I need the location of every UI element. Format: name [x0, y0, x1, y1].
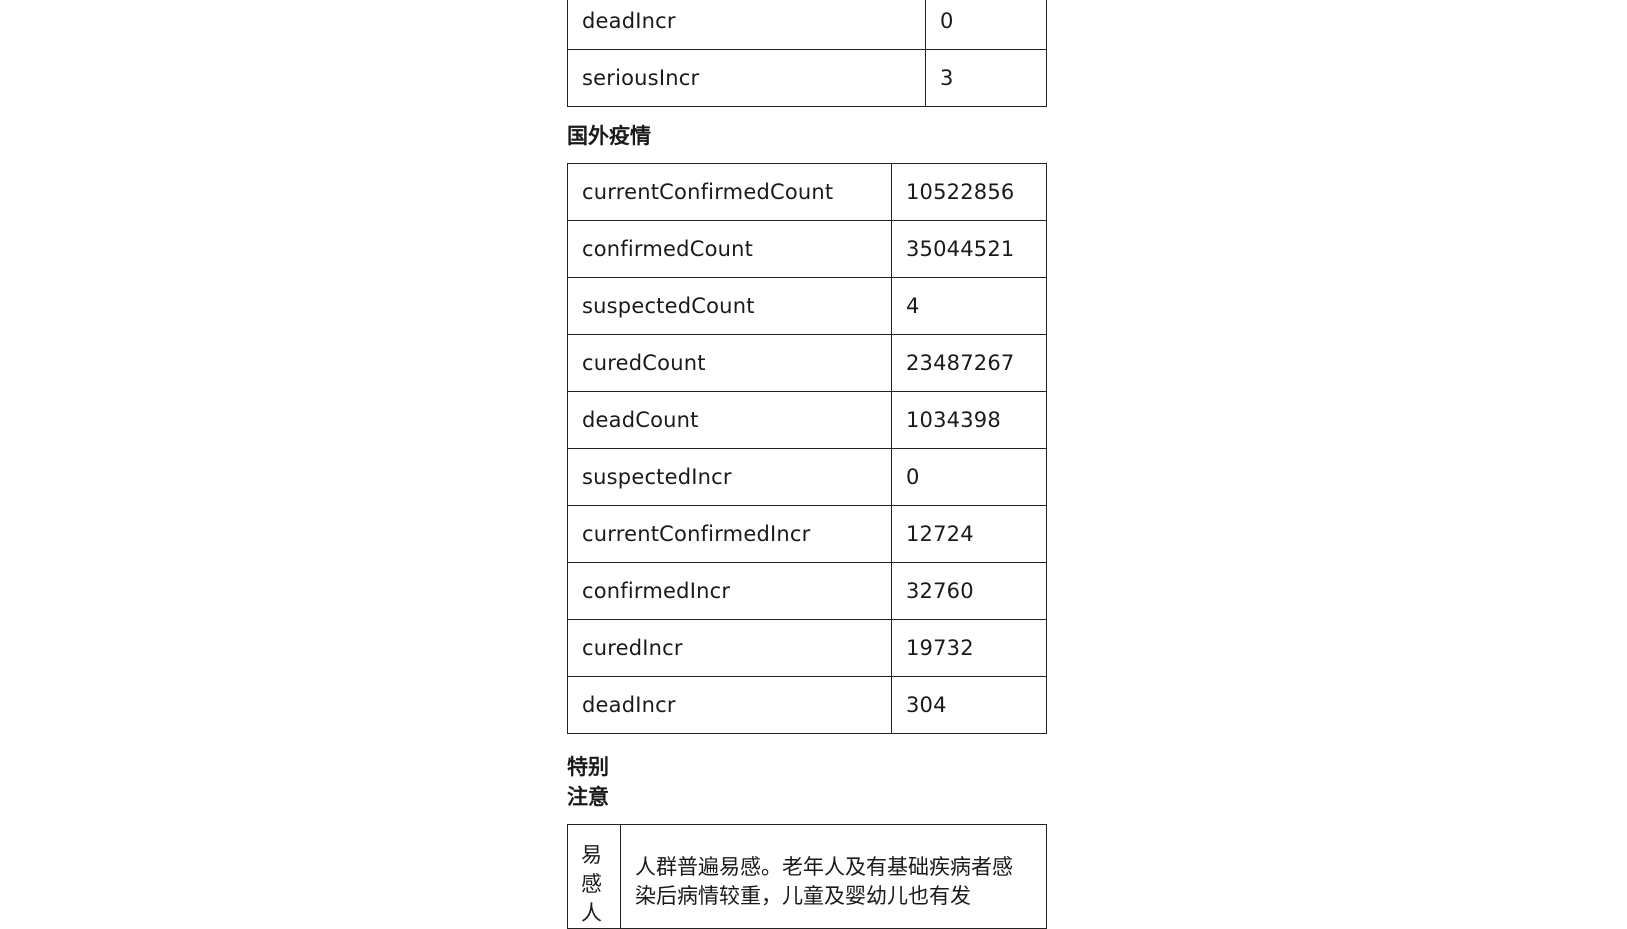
- table-row: suspectedIncr 0: [567, 448, 1047, 506]
- notice-term: 易感人: [567, 824, 621, 929]
- stat-value: 304: [891, 676, 1047, 734]
- stat-key: confirmedIncr: [567, 562, 892, 620]
- domestic-stats-table: deadIncr 0 seriousIncr 3: [567, 0, 1047, 107]
- table-row: suspectedCount 4: [567, 277, 1047, 335]
- stat-key: deadCount: [567, 391, 892, 449]
- foreign-stats-table: currentConfirmedCount 10522856 confirmed…: [567, 163, 1047, 734]
- stat-value: 32760: [891, 562, 1047, 620]
- stat-value: 3: [925, 49, 1047, 107]
- stat-key: suspectedCount: [567, 277, 892, 335]
- table-row: deadCount 1034398: [567, 391, 1047, 449]
- table-row: deadIncr 304: [567, 676, 1047, 734]
- table-row: deadIncr 0: [567, 0, 1047, 50]
- notice-term-label: 易感人: [581, 843, 602, 925]
- stat-key: deadIncr: [567, 676, 892, 734]
- stat-value: 0: [925, 0, 1047, 50]
- stat-key: deadIncr: [567, 0, 926, 50]
- stat-value: 23487267: [891, 334, 1047, 392]
- notice-description: 人群普遍易感。老年人及有基础疾病者感染后病情较重，儿童及婴幼儿也有发: [620, 824, 1047, 929]
- table-row: seriousIncr 3: [567, 49, 1047, 107]
- stat-value: 0: [891, 448, 1047, 506]
- stat-value: 35044521: [891, 220, 1047, 278]
- stat-value: 12724: [891, 505, 1047, 563]
- table-row: confirmedCount 35044521: [567, 220, 1047, 278]
- table-row: 易感人 人群普遍易感。老年人及有基础疾病者感染后病情较重，儿童及婴幼儿也有发: [567, 824, 1047, 929]
- table-row: curedCount 23487267: [567, 334, 1047, 392]
- stat-value: 1034398: [891, 391, 1047, 449]
- notice-table: 易感人 人群普遍易感。老年人及有基础疾病者感染后病情较重，儿童及婴幼儿也有发: [567, 824, 1047, 929]
- stat-key: suspectedIncr: [567, 448, 892, 506]
- stat-value: 10522856: [891, 163, 1047, 221]
- table-row: curedIncr 19732: [567, 619, 1047, 677]
- stat-key: curedCount: [567, 334, 892, 392]
- notice-section-heading: 特别注意: [567, 755, 609, 809]
- stat-value: 19732: [891, 619, 1047, 677]
- stat-key: seriousIncr: [567, 49, 926, 107]
- table-row: currentConfirmedIncr 12724: [567, 505, 1047, 563]
- stat-key: currentConfirmedCount: [567, 163, 892, 221]
- stat-key: confirmedCount: [567, 220, 892, 278]
- stat-key: curedIncr: [567, 619, 892, 677]
- stat-key: currentConfirmedIncr: [567, 505, 892, 563]
- page-content: deadIncr 0 seriousIncr 3 国外疫情 currentCon…: [567, 0, 1047, 929]
- stat-value: 4: [891, 277, 1047, 335]
- table-row: currentConfirmedCount 10522856: [567, 163, 1047, 221]
- foreign-section-heading: 国外疫情: [567, 124, 651, 148]
- table-row: confirmedIncr 32760: [567, 562, 1047, 620]
